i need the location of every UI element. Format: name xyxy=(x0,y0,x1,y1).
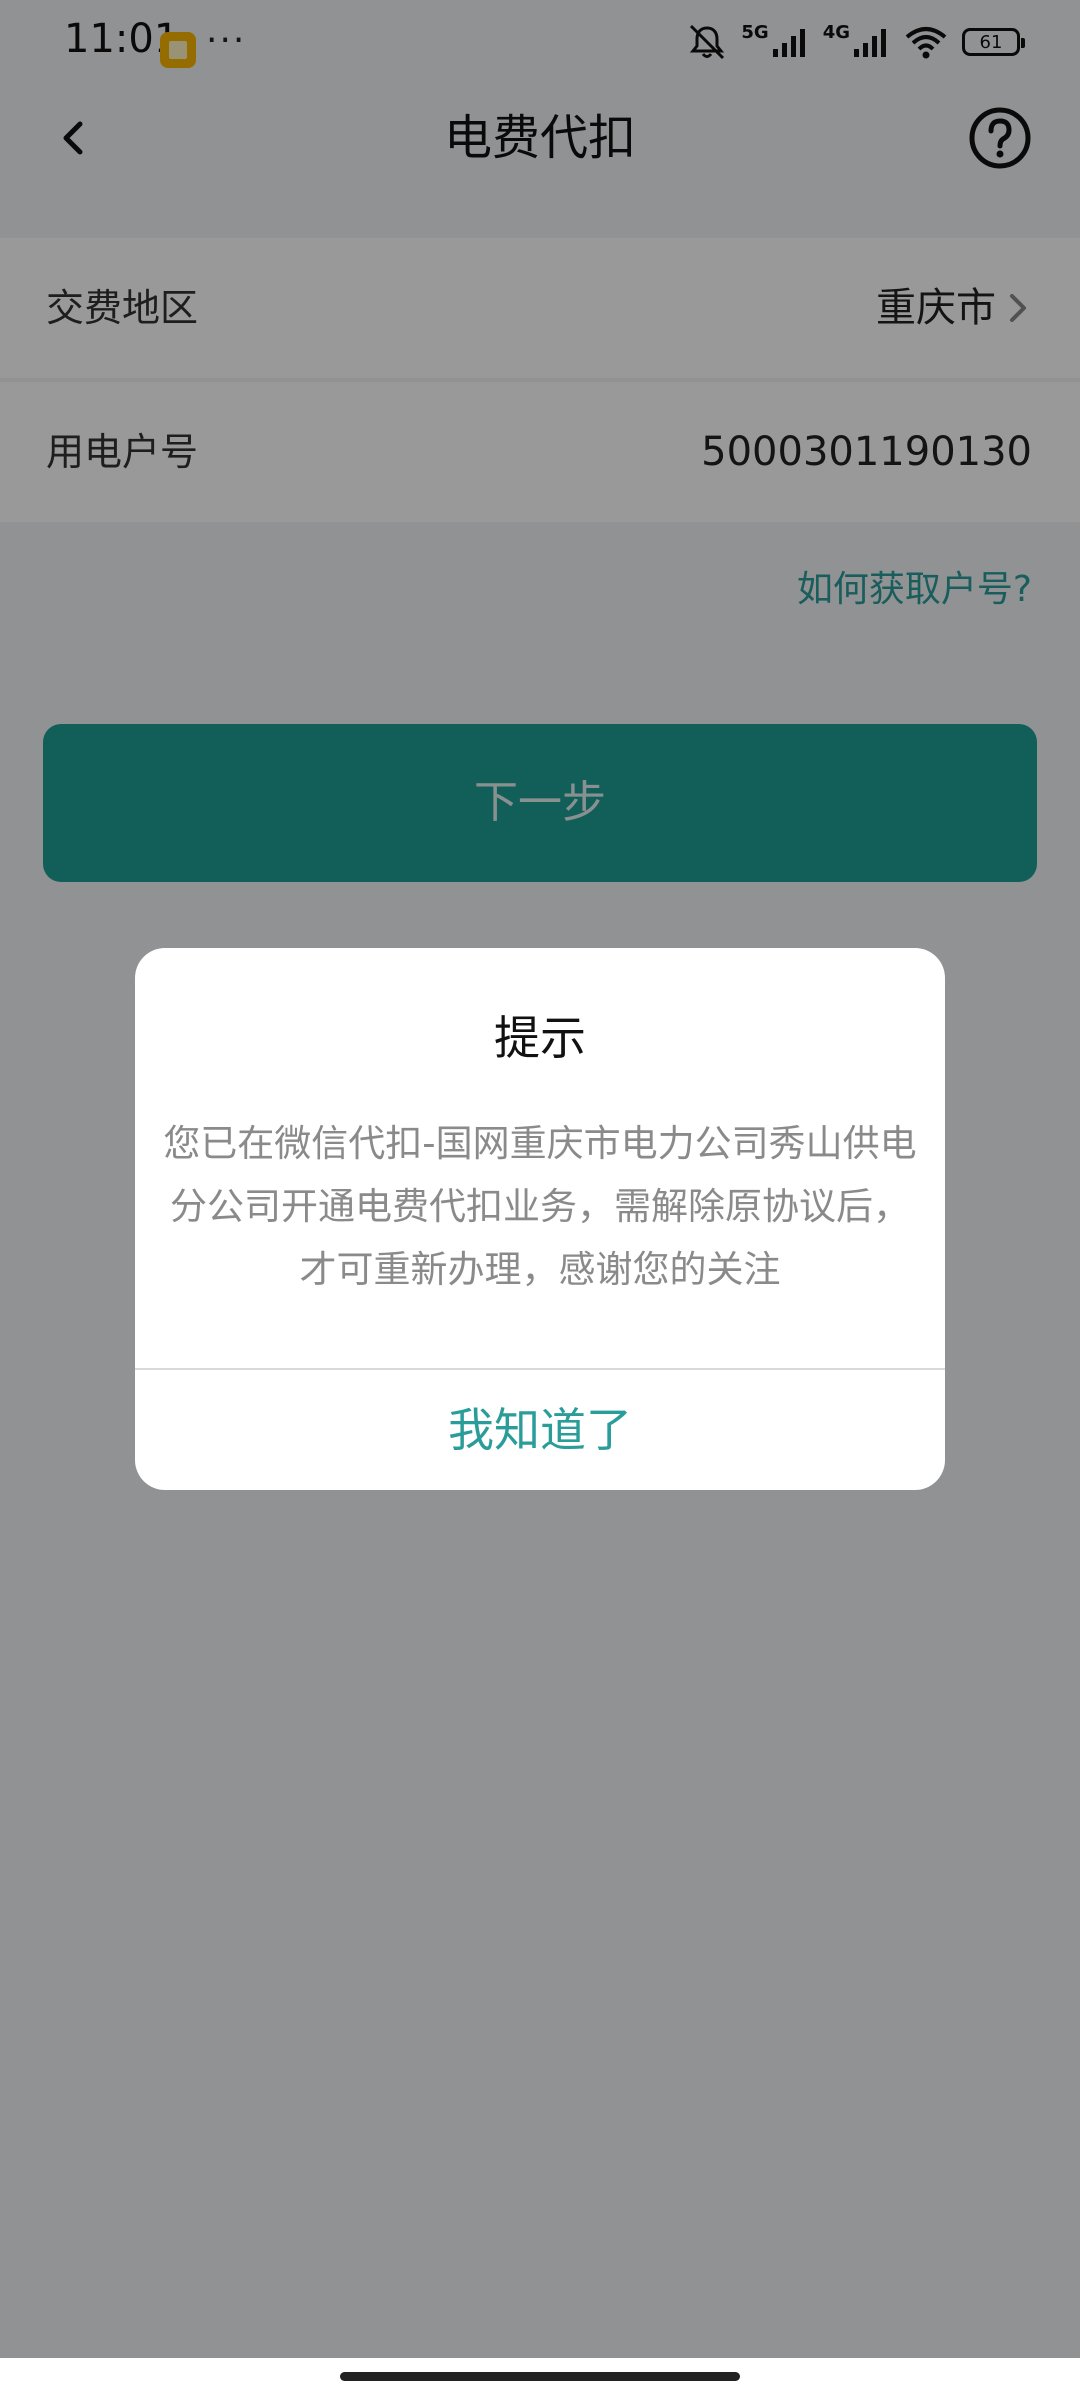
dialog-title: 提示 xyxy=(494,1011,586,1065)
dialog-message: 您已在微信代扣-国网重庆市电力公司秀山供电分公司开通电费代扣业务，需解除原协议后… xyxy=(163,1122,917,1291)
alert-dialog: 提示 您已在微信代扣-国网重庆市电力公司秀山供电分公司开通电费代扣业务，需解除原… xyxy=(135,948,945,1490)
screen: 11:01 ··· 5G 4G 61 电费代扣 交费地区 重庆市 用电户号 50… xyxy=(0,0,1080,2400)
confirm-button[interactable]: 我知道了 xyxy=(135,1370,945,1490)
home-indicator[interactable] xyxy=(340,2372,740,2381)
